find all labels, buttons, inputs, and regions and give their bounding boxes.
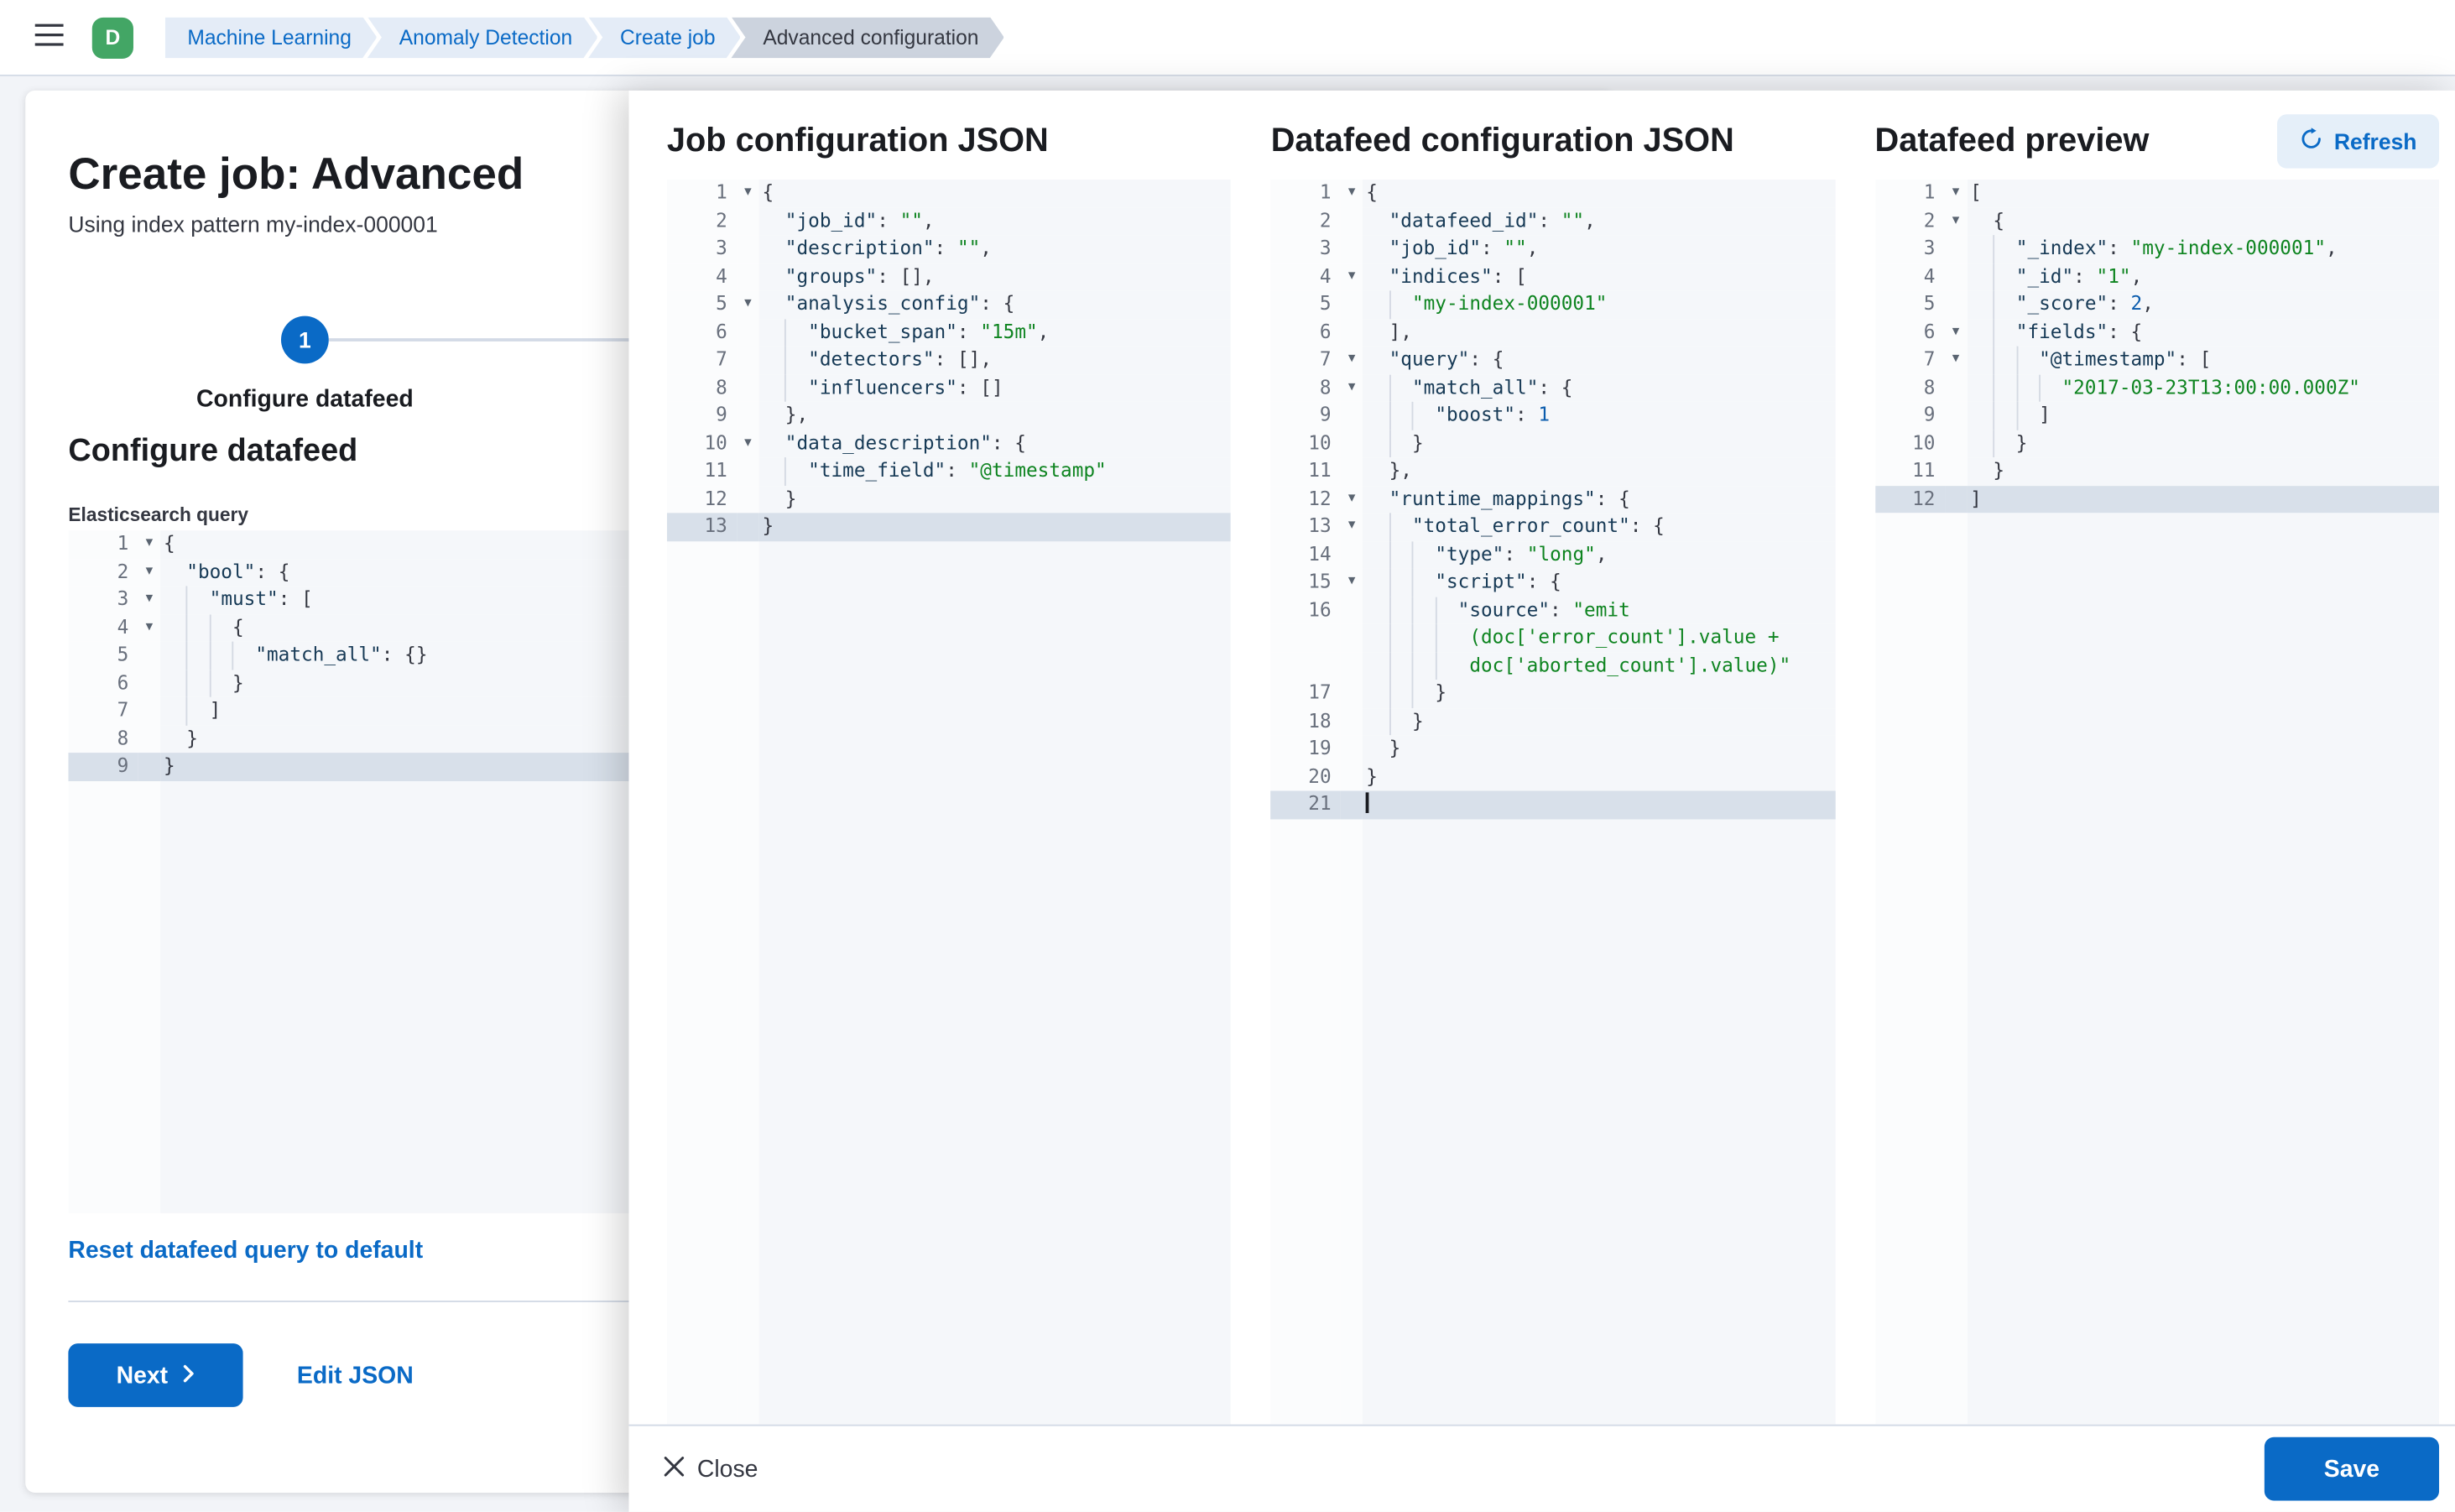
code-line: 4▾ "indices": [ [1271, 263, 1835, 290]
chevron-right-icon [182, 1362, 195, 1389]
job-config-column: Job configuration JSON 1▾{2 "job_id": ""… [667, 119, 1231, 1425]
code-line: 18 } [1271, 707, 1835, 735]
code-line: 5 "_score": 2, [1875, 290, 2439, 318]
code-line: 10 } [1875, 430, 2439, 457]
code-line: 3 "_index": "my-index-000001", [1875, 235, 2439, 263]
close-button-label: Close [697, 1456, 758, 1483]
edit-json-link[interactable]: Edit JSON [297, 1362, 414, 1389]
kibana-app: D Machine LearningAnomaly DetectionCreat… [0, 0, 2455, 1512]
datafeed-preview-title: Datafeed preview [1875, 119, 2150, 164]
step-1-label: Configure datafeed [170, 386, 440, 413]
breadcrumb-item: Advanced configuration [731, 17, 1003, 58]
refresh-button[interactable]: Refresh [2277, 114, 2439, 168]
job-json-title: Job configuration JSON [667, 119, 1231, 164]
space-avatar[interactable]: D [92, 17, 133, 58]
code-line: 2 "datafeed_id": "", [1271, 207, 1835, 235]
code-line: 8 "influencers": [] [667, 374, 1231, 402]
code-line: 2▾ { [1875, 207, 2439, 235]
code-line: 12 } [667, 485, 1231, 513]
code-line: 20} [1271, 763, 1835, 790]
code-line: 5 "my-index-000001" [1271, 290, 1835, 318]
editor-empty-area [667, 540, 1231, 1424]
breadcrumb-item[interactable]: Machine Learning [165, 17, 377, 58]
main-content: Create job: Advanced Using index pattern… [0, 76, 2455, 1512]
code-line: 17 } [1271, 680, 1835, 707]
top-navigation-bar: D Machine LearningAnomaly DetectionCreat… [0, 0, 2455, 76]
code-line: 5▾ "analysis_config": { [667, 290, 1231, 318]
code-line: 11 "time_field": "@timestamp" [667, 457, 1231, 485]
code-line: 21 [1271, 791, 1835, 819]
code-line: 11 }, [1271, 457, 1835, 485]
code-line: 1▾{ [667, 180, 1231, 207]
code-line: 4 "_id": "1", [1875, 263, 2439, 290]
text-cursor [1366, 792, 1368, 813]
datafeed-preview-column: Datafeed preview Refresh 1▾[2▾ {3 "_inde… [1875, 119, 2439, 1425]
refresh-button-label: Refresh [2334, 128, 2417, 154]
code-line: 7▾ "query": { [1271, 347, 1835, 374]
json-columns: Job configuration JSON 1▾{2 "job_id": ""… [628, 91, 2454, 1425]
code-line: doc['aborted_count'].value)" [1271, 652, 1835, 680]
code-line: 7▾ "@timestamp": [ [1875, 347, 2439, 374]
code-line: 6 ], [1271, 318, 1835, 346]
code-line: 3 "description": "", [667, 235, 1231, 263]
job-config-json-editor[interactable]: 1▾{2 "job_id": "",3 "description": "",4 … [667, 180, 1231, 1425]
code-line: 15▾ "script": { [1271, 569, 1835, 597]
breadcrumb-item[interactable]: Create job [588, 17, 741, 58]
breadcrumb: Machine LearningAnomaly DetectionCreate … [165, 17, 1004, 58]
advanced-json-flyout: Job configuration JSON 1▾{2 "job_id": ""… [628, 91, 2454, 1512]
code-line: 13} [667, 513, 1231, 540]
code-line: 3 "job_id": "", [1271, 235, 1835, 263]
code-line: 11 } [1875, 457, 2439, 485]
save-button[interactable]: Save [2265, 1437, 2439, 1501]
code-line: 10▾ "data_description": { [667, 430, 1231, 457]
step-1-indicator[interactable]: 1 [281, 316, 329, 364]
code-line: 13▾ "total_error_count": { [1271, 513, 1835, 540]
code-line: 9 ] [1875, 402, 2439, 430]
code-line: 10 } [1271, 430, 1835, 457]
code-line: 9 }, [667, 402, 1231, 430]
next-button-label: Next [117, 1362, 169, 1389]
code-line: 14 "type": "long", [1271, 540, 1835, 568]
refresh-icon [2299, 127, 2322, 155]
code-line: (doc['error_count'].value + [1271, 624, 1835, 652]
code-line: 19 } [1271, 735, 1835, 763]
code-line: 9 "boost": 1 [1271, 402, 1835, 430]
code-line: 2 "job_id": "", [667, 207, 1231, 235]
code-line: 6 "bucket_span": "15m", [667, 318, 1231, 346]
code-line: 1▾{ [1271, 180, 1835, 207]
code-line: 16 "source": "emit [1271, 597, 1835, 624]
code-line: 8▾ "match_all": { [1271, 374, 1835, 402]
code-line: 8 "2017-03-23T13:00:00.000Z" [1875, 374, 2439, 402]
menu-icon [35, 23, 64, 50]
code-line: 4 "groups": [], [667, 263, 1231, 290]
menu-toggle-button[interactable] [19, 11, 80, 63]
datafeed-preview-editor[interactable]: 1▾[2▾ {3 "_index": "my-index-000001",4 "… [1875, 180, 2439, 1425]
editor-empty-area [1875, 513, 2439, 1424]
code-line: 12] [1875, 485, 2439, 513]
close-icon [664, 1456, 685, 1483]
close-flyout-button[interactable]: Close [664, 1456, 758, 1483]
breadcrumb-item[interactable]: Anomaly Detection [367, 17, 598, 58]
flyout-footer: Close Save [628, 1425, 2454, 1512]
datafeed-json-title: Datafeed configuration JSON [1271, 119, 1835, 164]
editor-empty-area [1271, 819, 1835, 1425]
code-line: 6▾ "fields": { [1875, 318, 2439, 346]
datafeed-config-json-editor[interactable]: 1▾{2 "datafeed_id": "",3 "job_id": "",4▾… [1271, 180, 1835, 1425]
code-line: 12▾ "runtime_mappings": { [1271, 485, 1835, 513]
code-line: 1▾[ [1875, 180, 2439, 207]
code-line: 7 "detectors": [], [667, 347, 1231, 374]
datafeed-config-column: Datafeed configuration JSON 1▾{2 "datafe… [1271, 119, 1835, 1425]
reset-query-link[interactable]: Reset datafeed query to default [68, 1237, 423, 1264]
next-button[interactable]: Next [68, 1343, 242, 1407]
